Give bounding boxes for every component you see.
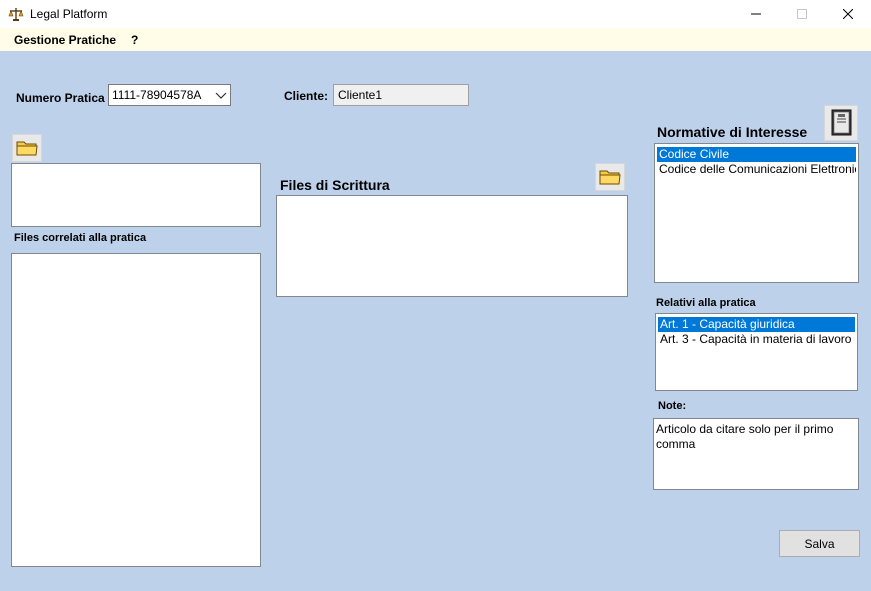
files-scrittura-label: Files di Scrittura xyxy=(280,177,390,193)
book-button[interactable] xyxy=(824,105,858,141)
folder-icon xyxy=(16,141,38,156)
files-scrittura-list[interactable] xyxy=(276,195,628,297)
relativi-item[interactable]: Art. 3 - Capacità in materia di lavoro xyxy=(658,332,855,347)
files-correlati-list[interactable] xyxy=(11,253,261,567)
note-label: Note: xyxy=(658,400,687,412)
numero-pratica-combo[interactable]: 1111-78904578A xyxy=(108,84,231,106)
files-correlati-label: Files correlati alla pratica xyxy=(14,232,147,244)
normative-item[interactable]: Codice Civile xyxy=(657,147,856,162)
scales-icon xyxy=(8,8,24,21)
relativi-label: Relativi alla pratica xyxy=(656,297,756,309)
normative-label: Normative di Interesse xyxy=(657,124,808,140)
relativi-list[interactable]: Art. 1 - Capacità giuridica Art. 3 - Cap… xyxy=(655,313,858,391)
note-textarea[interactable]: Articolo da citare solo per il primo com… xyxy=(653,418,859,490)
close-button[interactable] xyxy=(825,0,871,28)
note-value: Articolo da citare solo per il primo com… xyxy=(656,422,834,451)
folder-button-scrittura[interactable] xyxy=(595,163,625,191)
minimize-icon xyxy=(751,13,761,15)
normative-item[interactable]: Codice delle Comunicazioni Elettroniche xyxy=(657,162,856,177)
maximize-button[interactable] xyxy=(779,0,825,28)
cliente-field[interactable]: Cliente1 xyxy=(333,84,469,106)
menu-help[interactable]: ? xyxy=(131,33,138,47)
cliente-value: Cliente1 xyxy=(338,88,383,102)
minimize-button[interactable] xyxy=(733,0,779,28)
relativi-item[interactable]: Art. 1 - Capacità giuridica xyxy=(658,317,855,332)
menu-bar: Gestione Pratiche ? xyxy=(0,28,871,51)
window-title: Legal Platform xyxy=(30,7,108,21)
files-preview-box[interactable] xyxy=(11,163,261,227)
folder-button-correlati[interactable] xyxy=(12,134,42,162)
title-bar: Legal Platform xyxy=(0,0,871,28)
save-button[interactable]: Salva xyxy=(779,530,860,557)
close-icon xyxy=(843,9,853,19)
numero-pratica-value: 1111-78904578A xyxy=(112,88,202,102)
normative-list[interactable]: Codice Civile Codice delle Comunicazioni… xyxy=(654,143,859,283)
book-icon xyxy=(831,109,852,136)
chevron-down-icon xyxy=(215,92,227,99)
folder-icon xyxy=(599,170,621,185)
menu-gestione-pratiche[interactable]: Gestione Pratiche xyxy=(14,33,116,47)
cliente-label: Cliente: xyxy=(284,89,329,103)
numero-pratica-label: Numero Pratica xyxy=(16,91,105,105)
maximize-icon xyxy=(797,9,807,19)
